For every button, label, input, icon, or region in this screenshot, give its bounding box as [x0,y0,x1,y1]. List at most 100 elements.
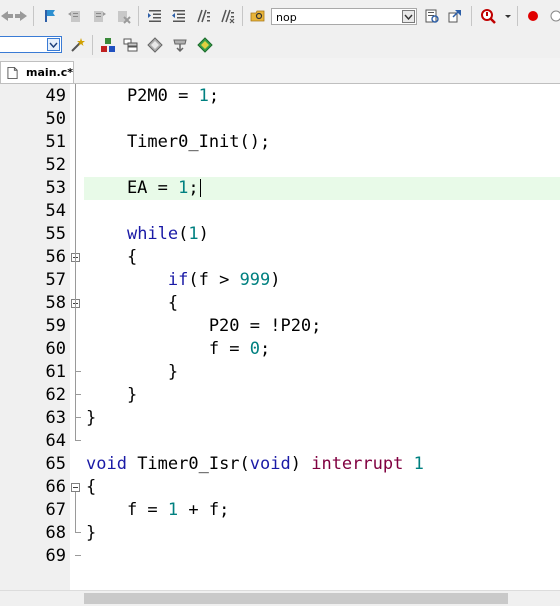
breakpoint-icon[interactable] [524,7,542,25]
code-line: 58 { [0,292,560,315]
horizontal-scrollbar[interactable] [0,590,560,606]
code-line: 52 [0,154,560,177]
pack-installer-icon[interactable] [171,36,189,54]
line-number: 66 [45,477,66,497]
manage-components-icon[interactable] [99,36,117,54]
line-text: } [86,385,138,405]
debug-icon[interactable] [479,7,497,25]
toolbar-separator [138,6,139,26]
code-line: 61 } [0,361,560,384]
line-number: 58 [45,293,66,313]
bookmark-next-icon[interactable] [90,7,108,25]
find-combo[interactable]: nop [271,8,417,25]
text-caret [199,179,201,197]
line-text: { [86,293,179,313]
line-number: 56 [45,247,66,267]
breakpoint-disabled-icon[interactable] [547,7,560,25]
chevron-down-icon[interactable] [499,7,517,25]
bookmark-clear-icon[interactable] [114,7,132,25]
code-line: 55 while(1) [0,223,560,246]
line-text: if(f > 999) [167,270,281,290]
line-number: 52 [45,155,66,175]
line-number: 55 [45,224,66,244]
line-text: void Timer0_Isr(void) interrupt 1 [86,454,424,474]
code-line: 51 Timer0_Init(); [0,131,560,154]
line-text: EA = 1; [86,178,201,198]
line-number: 50 [45,109,66,129]
line-number: 54 [45,201,66,221]
line-text: { [86,247,138,267]
target-combo[interactable] [0,36,62,53]
line-number: 59 [45,316,66,336]
code-line: 54 [0,200,560,223]
line-text: } [86,523,97,543]
code-line: 50 [0,108,560,131]
line-number: 57 [45,270,66,290]
code-line: 69 [0,545,560,568]
line-number: 69 [45,546,66,566]
find-combo-value: nop [276,11,297,24]
toolbar-separator [517,6,518,26]
find-in-files-icon[interactable] [249,7,267,25]
editor-toolbar: nop [0,0,560,33]
code-line: 60 f = 0; [0,338,560,361]
code-line: 49 P2M0 = 1; [0,85,560,108]
line-text: Timer0_Init(); [86,132,271,152]
chevron-down-icon[interactable] [47,38,60,51]
line-number: 51 [45,132,66,152]
line-number: 61 [45,362,66,382]
line-text: while(1) [126,224,209,244]
code-editor[interactable]: 49 P2M0 = 1; 50 51 Timer0_Init(); 52 53 … [0,84,560,590]
file-c-icon [7,66,18,79]
line-number: 63 [45,408,66,428]
code-line: 56 { [0,246,560,269]
magic-wand-icon[interactable] [68,36,86,54]
line-number: 60 [45,339,66,359]
tab-label: main.c* [26,66,73,79]
line-number: 64 [45,431,66,451]
line-text: { [86,477,97,497]
forward-arrow-icon[interactable] [12,7,30,25]
toolbar-separator [92,35,93,55]
code-line: 59 P20 = !P20; [0,315,560,338]
toolbar-separator [471,6,472,26]
line-text: f = 0; [86,339,271,359]
file-extensions-icon[interactable] [122,36,140,54]
bookmark-prev-icon[interactable] [66,7,84,25]
code-line: 64 [0,430,560,453]
line-text: f = 1 + f; [86,500,230,520]
scrollbar-thumb[interactable] [84,593,508,604]
chevron-down-icon[interactable] [402,10,415,23]
unindent-icon[interactable] [170,7,188,25]
line-number: 65 [45,454,66,474]
code-line: 63 } [0,407,560,430]
books-icon[interactable] [146,36,164,54]
line-text: } [86,362,179,382]
code-line: 67 f = 1 + f; [0,499,560,522]
line-text: P2M0 = 1; [86,86,220,106]
line-text: } [86,408,97,428]
code-line: 68 } [0,522,560,545]
tab-main-c[interactable]: main.c* [0,61,74,83]
code-line: 57 if(f > 999) [0,269,560,292]
indent-icon[interactable] [146,7,164,25]
uncomment-icon[interactable] [218,7,236,25]
find-dropdown-icon[interactable] [423,7,441,25]
target-options-icon[interactable] [196,36,214,54]
incremental-find-icon[interactable] [446,7,464,25]
comment-icon[interactable] [194,7,212,25]
toolbar-separator [33,6,34,26]
code-line-active: 53 EA = 1; [0,177,560,200]
code-line: 65 void Timer0_Isr(void) interrupt 1 [0,453,560,476]
line-number: 62 [45,385,66,405]
line-number: 67 [45,500,66,520]
code-line: 66 { [0,476,560,499]
build-toolbar [0,32,560,59]
line-number: 49 [45,86,66,106]
toolbar-separator [242,6,243,26]
code-line: 62 } [0,384,560,407]
line-text: P20 = !P20; [86,316,322,336]
line-number: 53 [45,178,66,198]
line-number: 68 [45,523,66,543]
bookmark-set-icon[interactable] [41,7,59,25]
